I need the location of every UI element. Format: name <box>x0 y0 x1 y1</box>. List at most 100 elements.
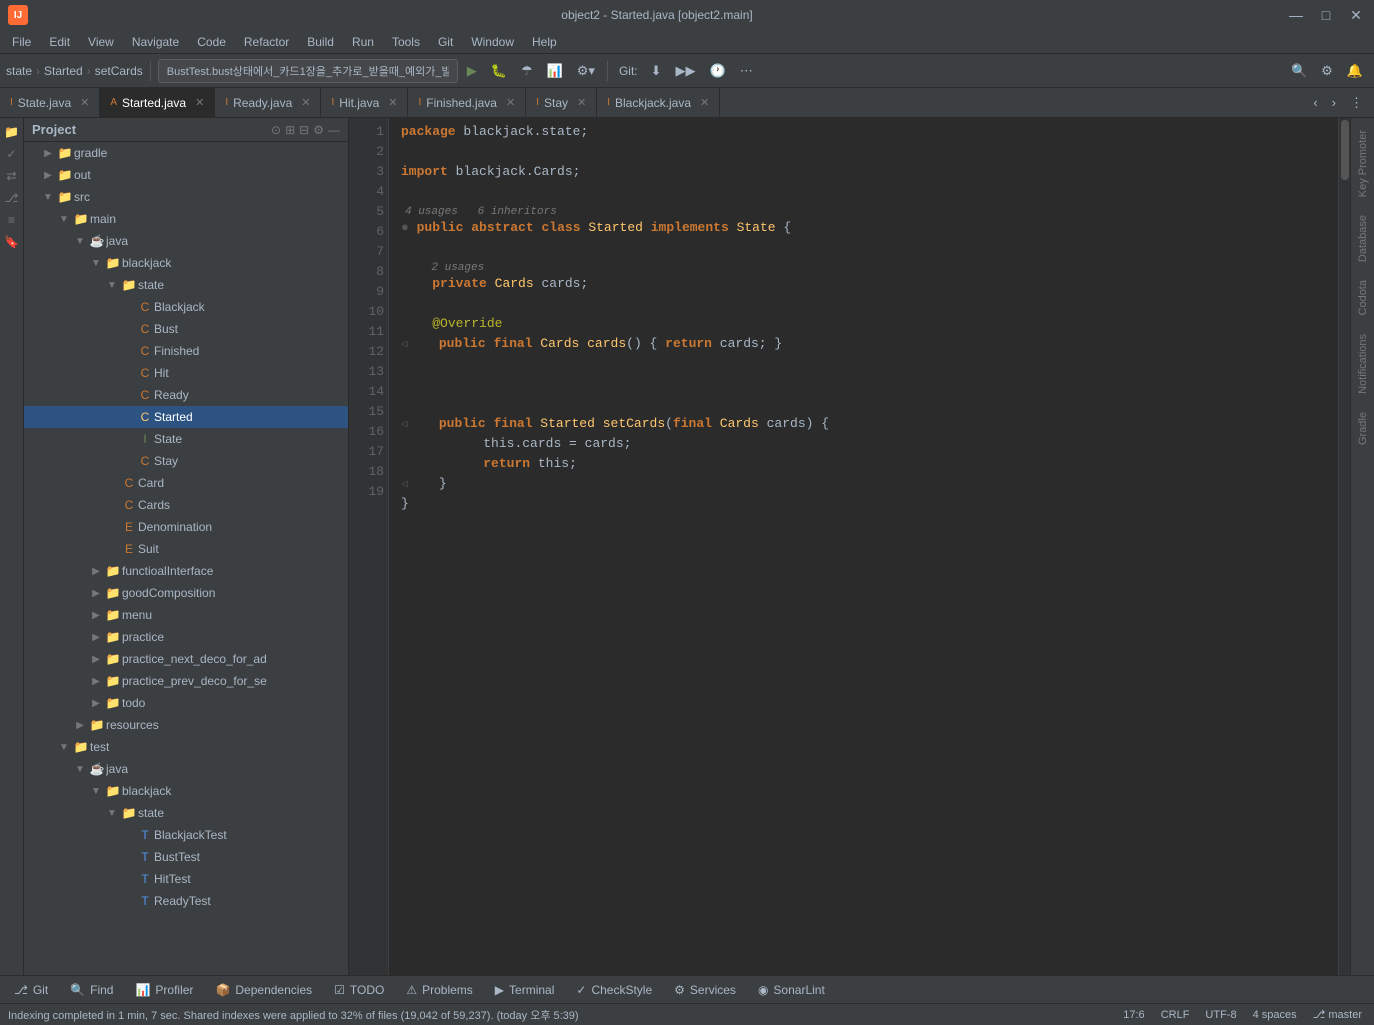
tree-item-card[interactable]: C Card <box>24 472 348 494</box>
git-push-button[interactable]: ▶▶ <box>671 58 701 84</box>
tree-item-java-test[interactable]: ▼ ☕ java <box>24 758 348 780</box>
tab-close-stay[interactable]: ✕ <box>577 96 586 109</box>
tree-item-denomination[interactable]: E Denomination <box>24 516 348 538</box>
tab-scroll-left[interactable]: ‹ <box>1308 90 1322 116</box>
tree-item-practice-next[interactable]: ▶ 📁 practice_next_deco_for_ad <box>24 648 348 670</box>
breadcrumb-state[interactable]: state <box>6 64 32 78</box>
panel-locate-btn[interactable]: ⊙ <box>271 123 281 137</box>
status-encoding[interactable]: UTF-8 <box>1201 1009 1240 1021</box>
tree-item-gradle[interactable]: ▶ 📁 gradle <box>24 142 348 164</box>
more-run-button[interactable]: ⚙▾ <box>572 58 600 84</box>
code-area[interactable]: package blackjack.state; import blackjac… <box>389 118 1338 975</box>
tab-close-finished[interactable]: ✕ <box>506 96 515 109</box>
tree-item-out[interactable]: ▶ 📁 out <box>24 164 348 186</box>
bottom-tab-services[interactable]: ⚙ Services <box>664 979 746 1001</box>
tree-item-menu[interactable]: ▶ 📁 menu <box>24 604 348 626</box>
tree-item-hittest[interactable]: T HitTest <box>24 868 348 890</box>
tab-started-java[interactable]: A Started.java ✕ <box>100 88 215 118</box>
panel-expand-btn[interactable]: ⊞ <box>285 123 295 137</box>
tree-item-blackjack[interactable]: ▼ 📁 blackjack <box>24 252 348 274</box>
editor-scrollbar[interactable] <box>1338 118 1350 975</box>
bottom-tab-terminal[interactable]: ▶ Terminal <box>485 979 565 1001</box>
tab-close-hit[interactable]: ✕ <box>388 96 397 109</box>
tab-stay[interactable]: I Stay ✕ <box>526 88 597 118</box>
menu-git[interactable]: Git <box>430 33 461 51</box>
tab-state-java[interactable]: I State.java ✕ <box>0 88 100 118</box>
notifications-button[interactable]: 🔔 <box>1342 58 1368 84</box>
breadcrumb-started[interactable]: Started <box>44 64 83 78</box>
bottom-tab-dependencies[interactable]: 📦 Dependencies <box>205 979 322 1001</box>
tree-item-state[interactable]: ▼ 📁 state <box>24 274 348 296</box>
coverage-button[interactable]: ☂ <box>516 58 538 84</box>
menu-refactor[interactable]: Refactor <box>236 33 297 51</box>
sidebar-panel-database[interactable]: Database <box>1354 207 1372 270</box>
menu-edit[interactable]: Edit <box>41 33 78 51</box>
panel-collapse-btn[interactable]: ⊟ <box>299 123 309 137</box>
sidebar-icon-bookmarks[interactable]: 🔖 <box>2 232 22 252</box>
panel-close-btn[interactable]: — <box>328 123 340 137</box>
debug-button[interactable]: 🐛 <box>486 58 512 84</box>
tree-item-blackjacktest[interactable]: T BlackjackTest <box>24 824 348 846</box>
menu-code[interactable]: Code <box>189 33 234 51</box>
tree-item-cards[interactable]: C Cards <box>24 494 348 516</box>
tab-close-started[interactable]: ✕ <box>195 96 204 109</box>
sidebar-icon-structure[interactable]: ≡ <box>2 210 22 230</box>
tab-close-blackjack[interactable]: ✕ <box>700 96 709 109</box>
tab-finished-java[interactable]: I Finished.java ✕ <box>408 88 526 118</box>
tree-item-java-main[interactable]: ▼ ☕ java <box>24 230 348 252</box>
tree-item-blackjack-test[interactable]: ▼ 📁 blackjack <box>24 780 348 802</box>
breadcrumb-setcards[interactable]: setCards <box>95 64 143 78</box>
maximize-button[interactable]: □ <box>1316 7 1336 24</box>
tree-item-suit[interactable]: E Suit <box>24 538 348 560</box>
sidebar-panel-notifications[interactable]: Notifications <box>1354 326 1372 402</box>
menu-view[interactable]: View <box>80 33 122 51</box>
sidebar-icon-git[interactable]: ⎇ <box>2 188 22 208</box>
profile-button[interactable]: 📊 <box>542 58 568 84</box>
tree-item-src[interactable]: ▼ 📁 src <box>24 186 348 208</box>
tree-item-goodcomposition[interactable]: ▶ 📁 goodComposition <box>24 582 348 604</box>
minimize-button[interactable]: — <box>1286 7 1306 24</box>
tree-item-bust[interactable]: C Bust <box>24 318 348 340</box>
tree-item-practice[interactable]: ▶ 📁 practice <box>24 626 348 648</box>
sidebar-panel-codota[interactable]: Codota <box>1354 272 1372 323</box>
bottom-tab-sonarlint[interactable]: ◉ SonarLint <box>748 979 835 1001</box>
bottom-tab-find[interactable]: 🔍 Find <box>60 979 123 1001</box>
tree-item-readytest[interactable]: T ReadyTest <box>24 890 348 912</box>
bottom-tab-todo[interactable]: ☑ TODO <box>324 979 394 1001</box>
tree-item-finished[interactable]: C Finished <box>24 340 348 362</box>
tab-close-ready[interactable]: ✕ <box>301 96 310 109</box>
tab-scroll-right[interactable]: › <box>1327 90 1341 116</box>
menu-help[interactable]: Help <box>524 33 565 51</box>
status-indent[interactable]: 4 spaces <box>1249 1009 1301 1021</box>
search-everywhere-button[interactable]: 🔍 <box>1286 58 1312 84</box>
tab-close-state[interactable]: ✕ <box>80 96 89 109</box>
tree-item-blackjack-class[interactable]: C Blackjack <box>24 296 348 318</box>
menu-build[interactable]: Build <box>299 33 342 51</box>
sidebar-panel-key-promoter[interactable]: Key Promoter <box>1354 122 1372 205</box>
tree-item-stay[interactable]: C Stay <box>24 450 348 472</box>
git-pull-button[interactable]: ⬇ <box>646 58 667 84</box>
tree-item-state-iface[interactable]: I State <box>24 428 348 450</box>
bottom-tab-git[interactable]: ⎇ Git <box>4 979 58 1001</box>
menu-tools[interactable]: Tools <box>384 33 428 51</box>
tree-item-state-test[interactable]: ▼ 📁 state <box>24 802 348 824</box>
git-history-button[interactable]: 🕐 <box>705 58 731 84</box>
menu-run[interactable]: Run <box>344 33 382 51</box>
tree-item-busttest[interactable]: T BustTest <box>24 846 348 868</box>
tree-item-todo[interactable]: ▶ 📁 todo <box>24 692 348 714</box>
tree-item-practice-prev[interactable]: ▶ 📁 practice_prev_deco_for_se <box>24 670 348 692</box>
tab-blackjack-java[interactable]: I Blackjack.java ✕ <box>597 88 720 118</box>
tree-item-ready[interactable]: C Ready <box>24 384 348 406</box>
git-more-button[interactable]: ⋯ <box>735 58 758 84</box>
tree-item-hit[interactable]: C Hit <box>24 362 348 384</box>
close-button[interactable]: ✕ <box>1346 7 1366 24</box>
run-button[interactable]: ▶ <box>462 58 482 84</box>
tab-more[interactable]: ⋮ <box>1345 90 1368 116</box>
tree-item-functionalinterface[interactable]: ▶ 📁 functioalInterface <box>24 560 348 582</box>
sidebar-panel-gradle[interactable]: Gradle <box>1354 404 1372 453</box>
settings-button[interactable]: ⚙ <box>1316 58 1338 84</box>
run-configuration-input[interactable] <box>158 59 458 83</box>
menu-navigate[interactable]: Navigate <box>124 33 187 51</box>
tree-item-test[interactable]: ▼ 📁 test <box>24 736 348 758</box>
bottom-tab-problems[interactable]: ⚠ Problems <box>396 979 482 1001</box>
